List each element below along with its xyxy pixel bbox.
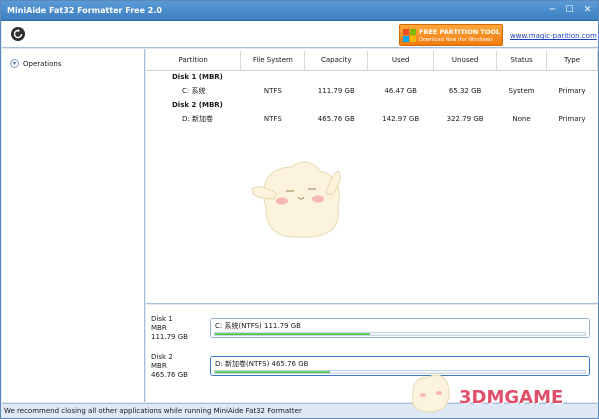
cell-unused: 65.32 GB (448, 87, 482, 95)
disk-row[interactable]: Disk 1 (MBR) (146, 70, 598, 84)
minimize-button[interactable]: ─ (546, 4, 559, 17)
col-unused[interactable]: Unused (433, 51, 498, 71)
windows-logo-icon (403, 29, 416, 42)
cell-capacity: 111.79 GB (317, 87, 355, 95)
operations-toggle[interactable]: ▾ Operations (10, 59, 61, 68)
usage-fill (215, 371, 330, 373)
promo-banner[interactable]: FREE PARTITION TOOL Download Now (for Wi… (399, 24, 503, 46)
col-partition[interactable]: Partition (146, 51, 242, 71)
cell-used: 46.47 GB (384, 87, 417, 95)
partition-block-label: D: 新加卷(NTFS) 465.76 GB (215, 360, 309, 368)
cell-type: Primary (558, 87, 586, 95)
disk-size: 111.79 GB (151, 333, 188, 341)
disk-name: Disk 2 (151, 353, 173, 361)
cell-type: Primary (558, 115, 586, 123)
disk-info[interactable]: Disk 1 MBR 111.79 GB (151, 315, 188, 342)
title-bar[interactable]: MiniAide Fat32 Formatter Free 2.0 ─ ☐ ✕ (1, 1, 598, 21)
promo-subtitle: Download Now (for Windows) (419, 37, 493, 43)
partition-block[interactable]: C: 系统(NTFS) 111.79 GB (210, 318, 590, 338)
disk-label: Disk 2 (MBR) (172, 101, 223, 109)
website-link[interactable]: www.magic-parition.com (510, 32, 597, 40)
disk-scheme: MBR (151, 324, 167, 332)
cell-status: None (512, 115, 531, 123)
col-status[interactable]: Status (496, 51, 547, 71)
maximize-button[interactable]: ☐ (563, 4, 576, 17)
table-row[interactable]: C: 系统 NTFS 111.79 GB 46.47 GB 65.32 GB S… (146, 84, 598, 98)
promo-title: FREE PARTITION TOOL (419, 28, 501, 36)
refresh-icon[interactable] (11, 27, 25, 41)
cell-capacity: 465.76 GB (317, 115, 355, 123)
chevron-down-icon: ▾ (10, 59, 19, 68)
watermark-text: 3DMGAME (459, 387, 564, 408)
status-message: We recommend closing all other applicati… (4, 407, 302, 415)
watermark: 3DMGAME (401, 367, 597, 417)
cell-used: 142.97 GB (382, 115, 420, 123)
sidebar: ▾ Operations (2, 49, 145, 402)
col-used[interactable]: Used (367, 51, 435, 71)
col-file-system[interactable]: File System (240, 51, 306, 71)
watermark-mascot-icon (412, 374, 450, 413)
cell-unused: 322.79 GB (446, 115, 484, 123)
cell-status: System (508, 87, 535, 95)
disk-size: 465.76 GB (151, 371, 188, 379)
table-header-row: Partition File System Capacity Used Unus… (146, 51, 598, 71)
close-button[interactable]: ✕ (581, 4, 594, 17)
col-type[interactable]: Type (546, 51, 598, 71)
disk-label: Disk 1 (MBR) (172, 73, 223, 82)
disk-row[interactable]: Disk 2 (MBR) (146, 98, 598, 112)
partition-block-label: C: 系统(NTFS) 111.79 GB (215, 322, 301, 330)
usage-fill (215, 333, 371, 335)
col-capacity[interactable]: Capacity (304, 51, 369, 71)
window-title: MiniAide Fat32 Formatter Free 2.0 (7, 6, 162, 15)
table-row[interactable]: D: 新加卷 NTFS 465.76 GB 142.97 GB 322.79 G… (146, 112, 598, 126)
cell-partition: D: 新加卷 (182, 115, 213, 123)
partition-table: Partition File System Capacity Used Unus… (146, 51, 598, 126)
disk-name: Disk 1 (151, 315, 173, 323)
app-window: MiniAide Fat32 Formatter Free 2.0 ─ ☐ ✕ … (0, 0, 599, 419)
disk-scheme: MBR (151, 362, 167, 370)
toolbar: FREE PARTITION TOOL Download Now (for Wi… (2, 21, 598, 48)
disk-info[interactable]: Disk 2 MBR 465.76 GB (151, 353, 188, 380)
cell-file-system: NTFS (263, 115, 282, 123)
cell-partition: C: 系统 (182, 87, 206, 95)
mascot-illustration (251, 161, 341, 238)
usage-track (214, 332, 586, 336)
operations-label: Operations (23, 59, 62, 68)
partition-list-panel: Partition File System Capacity Used Unus… (146, 49, 598, 304)
cell-file-system: NTFS (263, 87, 282, 95)
